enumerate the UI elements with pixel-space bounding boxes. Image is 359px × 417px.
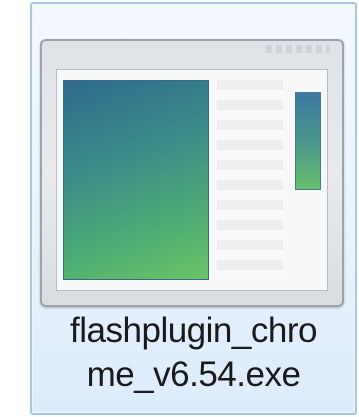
scrollbar-graphic: [295, 92, 321, 190]
file-item[interactable]: flashplugin_chro me_v6.54.exe: [30, 2, 357, 415]
window-client-area: [56, 69, 328, 291]
file-name-line-2: me_v6.54.exe: [86, 355, 301, 394]
text-lines: [217, 80, 283, 280]
exe-window-icon: [40, 39, 344, 307]
preview-pane: [63, 80, 209, 280]
window-title-bar: [266, 45, 330, 53]
file-name-label: flashplugin_chro me_v6.54.exe: [32, 309, 355, 397]
file-name-line-1: flashplugin_chro: [70, 311, 317, 350]
